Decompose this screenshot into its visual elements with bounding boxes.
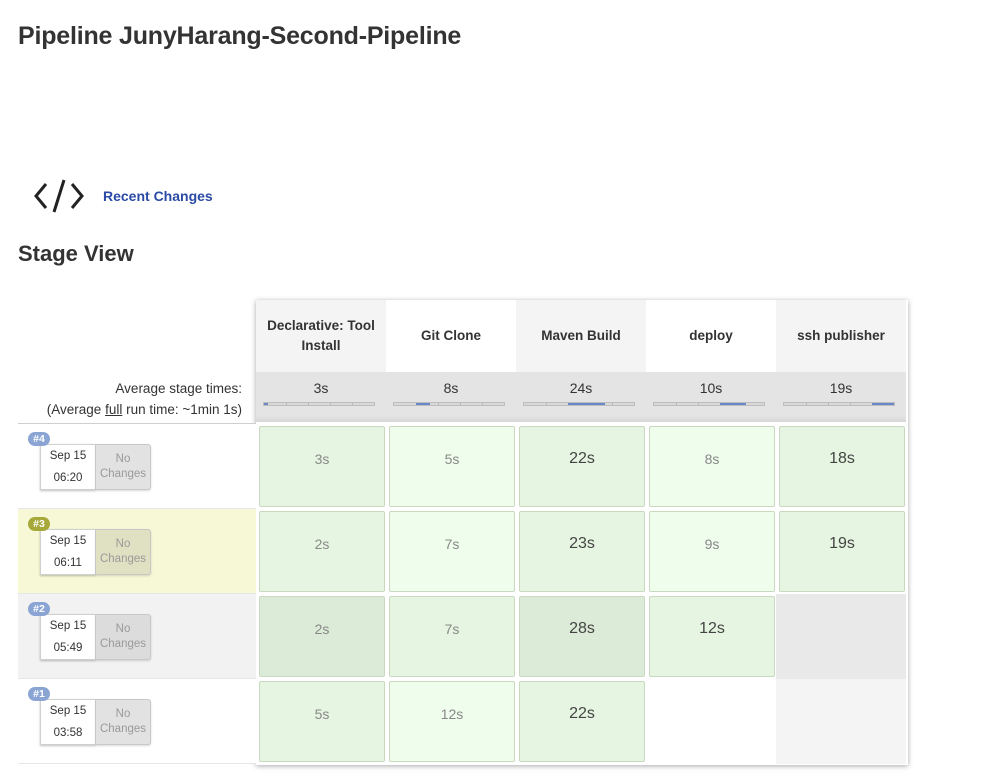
average-stage-time: 19s bbox=[776, 372, 906, 422]
build-changes[interactable]: No Changes bbox=[96, 699, 151, 745]
build-changes[interactable]: No Changes bbox=[96, 444, 151, 490]
average-time-label: 19s bbox=[829, 380, 853, 396]
average-time-bar-fill bbox=[720, 403, 747, 405]
average-stage-time: 10s bbox=[646, 372, 776, 422]
build-time: 06:20 bbox=[53, 472, 83, 484]
average-stage-time: 24s bbox=[516, 372, 646, 422]
average-label-line2: (Average full run time: ~1min 1s) bbox=[46, 402, 242, 417]
average-time-label: 10s bbox=[699, 380, 723, 396]
stage-cell-empty bbox=[646, 679, 776, 764]
stage-cell[interactable]: 3s bbox=[259, 426, 385, 507]
average-time-label: 24s bbox=[569, 380, 593, 396]
average-time-bar bbox=[653, 402, 765, 406]
stage-view-title: Stage View bbox=[18, 241, 134, 266]
build-changes[interactable]: No Changes bbox=[96, 529, 151, 575]
stage-cell-empty bbox=[776, 679, 906, 764]
average-time-bar-fill bbox=[872, 403, 894, 405]
recent-changes-link[interactable]: Recent Changes bbox=[103, 188, 213, 204]
stage-header-maven-build: Maven Build bbox=[516, 300, 646, 372]
build-number-badge[interactable]: #4 bbox=[28, 432, 50, 446]
stage-cell[interactable]: 18s bbox=[779, 426, 905, 507]
divider bbox=[18, 763, 256, 764]
stage-cell[interactable]: 23s bbox=[519, 511, 645, 592]
build-number-badge[interactable]: #3 bbox=[28, 517, 50, 531]
build-number-badge[interactable]: #1 bbox=[28, 687, 50, 701]
code-icon bbox=[34, 179, 84, 213]
average-time-bar bbox=[523, 402, 635, 406]
recent-changes-link-area[interactable]: Recent Changes bbox=[34, 176, 213, 216]
average-label-line1: Average stage times: bbox=[115, 381, 242, 396]
build-time: 06:11 bbox=[54, 557, 82, 569]
build-row[interactable]: Sep 15 05:49 No Changes #2 bbox=[18, 594, 256, 679]
stage-cell-empty bbox=[776, 594, 906, 679]
stage-cell[interactable]: 22s bbox=[519, 681, 645, 762]
stage-cell[interactable]: 8s bbox=[649, 426, 775, 507]
build-changes[interactable]: No Changes bbox=[96, 614, 151, 660]
average-time-bar-fill bbox=[264, 403, 269, 405]
build-row[interactable]: Sep 15 03:58 No Changes #1 bbox=[18, 679, 256, 764]
stage-cell[interactable]: 5s bbox=[259, 681, 385, 762]
build-number-badge[interactable]: #2 bbox=[28, 602, 50, 616]
page-title: Pipeline JunyHarang-Second-Pipeline bbox=[18, 22, 462, 50]
average-time-label: 3s bbox=[313, 380, 329, 396]
stage-cell[interactable]: 2s bbox=[259, 511, 385, 592]
build-row[interactable]: Sep 15 06:20 No Changes #4 bbox=[18, 424, 256, 509]
average-time-bar bbox=[783, 402, 895, 406]
stage-header-git-clone: Git Clone bbox=[386, 300, 516, 372]
build-date: Sep 15 bbox=[49, 620, 87, 632]
stage-view: Declarative: Tool Install Git Clone Mave… bbox=[18, 300, 908, 765]
stage-cell[interactable]: 22s bbox=[519, 426, 645, 507]
build-time: 05:49 bbox=[53, 642, 83, 654]
average-time-bar bbox=[393, 402, 505, 406]
build-date-box[interactable]: Sep 15 06:20 bbox=[40, 444, 96, 490]
stage-cell[interactable]: 7s bbox=[389, 596, 515, 677]
stage-header-ssh-publisher: ssh publisher bbox=[776, 300, 906, 372]
stage-cell[interactable]: 2s bbox=[259, 596, 385, 677]
stage-cell[interactable]: 12s bbox=[649, 596, 775, 677]
stage-cell[interactable]: 19s bbox=[779, 511, 905, 592]
build-time: 03:58 bbox=[53, 727, 83, 739]
average-time-bar-fill bbox=[416, 403, 431, 405]
average-time-bar-fill bbox=[568, 403, 606, 405]
average-stage-times-label: Average stage times: (Average full run t… bbox=[18, 372, 242, 422]
stage-cell[interactable]: 12s bbox=[389, 681, 515, 762]
build-date: Sep 15 bbox=[49, 450, 87, 462]
build-date: Sep 15 bbox=[49, 705, 87, 717]
build-date-box[interactable]: Sep 15 06:11 bbox=[40, 529, 96, 575]
stage-cell[interactable]: 28s bbox=[519, 596, 645, 677]
build-date-box[interactable]: Sep 15 03:58 bbox=[40, 699, 96, 745]
stage-header-deploy: deploy bbox=[646, 300, 776, 372]
stage-cell[interactable]: 5s bbox=[389, 426, 515, 507]
stage-cell[interactable]: 7s bbox=[389, 511, 515, 592]
average-stage-time: 8s bbox=[386, 372, 516, 422]
build-date-box[interactable]: Sep 15 05:49 bbox=[40, 614, 96, 660]
stage-cell[interactable]: 9s bbox=[649, 511, 775, 592]
average-time-bar bbox=[263, 402, 375, 406]
average-time-label: 8s bbox=[443, 380, 459, 396]
build-date: Sep 15 bbox=[49, 535, 87, 547]
build-row[interactable]: Sep 15 06:11 No Changes #3 bbox=[18, 509, 256, 594]
stage-header-declarative-tool-install: Declarative: Tool Install bbox=[256, 300, 386, 372]
average-stage-time: 3s bbox=[256, 372, 386, 422]
